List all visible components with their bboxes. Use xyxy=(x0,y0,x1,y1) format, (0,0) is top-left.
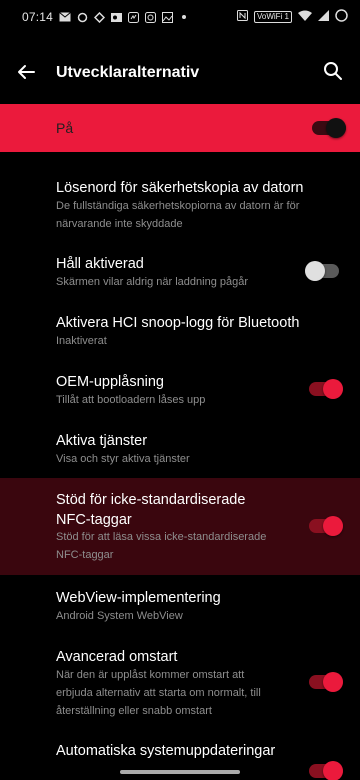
stay-awake-toggle[interactable] xyxy=(305,261,339,281)
search-icon xyxy=(324,62,342,80)
battery-icon xyxy=(335,9,348,25)
item-title: Stöd för icke-standardiserade NFC-taggar xyxy=(56,492,246,528)
page-title: Utvecklaralternativ xyxy=(56,64,200,81)
item-title: Lösenord för säkerhetskopia av datorn xyxy=(56,180,304,196)
master-toggle[interactable] xyxy=(312,118,346,138)
outlook-icon xyxy=(110,12,122,23)
app-bar: Utvecklaralternativ xyxy=(0,44,360,102)
item-subtitle: De fullständiga säkerhetskopiorna av dat… xyxy=(56,200,300,230)
item-title: WebView-implementering xyxy=(56,590,221,606)
gesture-navigation-bar[interactable] xyxy=(120,770,240,774)
item-title: OEM-upplåsning xyxy=(56,374,164,390)
item-subtitle: Android System WebView xyxy=(56,610,183,622)
item-title: Automatiska systemuppdateringar xyxy=(56,743,276,759)
messenger-icon xyxy=(127,11,139,23)
item-subtitle: Skärmen vilar aldrig när laddning pågår xyxy=(56,276,248,288)
item-subtitle: Visa och styr aktiva tjänster xyxy=(56,453,190,465)
master-switch-label: På xyxy=(56,120,74,136)
master-switch-row[interactable]: På xyxy=(0,104,360,152)
signal-icon xyxy=(318,10,329,24)
list-item-nfc-tags[interactable]: Stöd för icke-standardiserade NFC-taggar… xyxy=(0,484,360,572)
notification-icons xyxy=(59,11,190,23)
wifi-icon xyxy=(298,10,312,24)
list-item-stay-awake[interactable]: Håll aktiverad Skärmen vilar aldrig när … xyxy=(0,248,360,296)
back-button[interactable] xyxy=(14,60,38,84)
sync-icon xyxy=(76,12,88,23)
item-title: Aktivera HCI snoop-logg för Bluetooth xyxy=(56,315,300,331)
item-subtitle: När den är upplåst kommer omstart att er… xyxy=(56,669,261,717)
more-notifications-icon xyxy=(178,12,190,23)
item-title: Avancerad omstart xyxy=(56,649,178,665)
system-icons: VoWiFi 1 xyxy=(236,9,348,25)
list-item-advanced-reboot[interactable]: Avancerad omstart När den är upplåst kom… xyxy=(0,641,360,725)
item-title: Aktiva tjänster xyxy=(56,433,148,449)
list-item-backup-password[interactable]: Lösenord för säkerhetskopia av datorn De… xyxy=(0,170,360,236)
status-bar: 07:14 VoWiFi 1 xyxy=(0,0,360,34)
item-subtitle: Tillåt att bootloadern låses upp xyxy=(56,394,206,406)
nfc-icon xyxy=(236,10,248,24)
vowifi-badge: VoWiFi 1 xyxy=(253,11,292,23)
status-time: 07:14 xyxy=(22,10,54,24)
list-item-hci-snoop-log[interactable]: Aktivera HCI snoop-logg för Bluetooth In… xyxy=(0,307,360,355)
item-subtitle: Inaktiverat xyxy=(56,335,107,347)
arrow-left-icon xyxy=(18,65,35,79)
advanced-reboot-toggle[interactable] xyxy=(309,672,343,692)
auto-updates-toggle[interactable] xyxy=(309,761,343,780)
image-icon xyxy=(161,11,173,23)
mail-icon xyxy=(59,12,71,23)
list-item-webview[interactable]: WebView-implementering Android System We… xyxy=(0,582,360,630)
search-button[interactable] xyxy=(322,60,344,82)
oem-unlock-toggle[interactable] xyxy=(309,379,343,399)
item-subtitle: Stöd för att läsa vissa icke-standardise… xyxy=(56,531,267,561)
list-item-running-services[interactable]: Aktiva tjänster Visa och styr aktiva tjä… xyxy=(0,425,360,473)
item-title: Håll aktiverad xyxy=(56,256,144,272)
app-icon xyxy=(93,11,105,23)
nfc-tags-toggle[interactable] xyxy=(309,516,343,536)
teams-icon xyxy=(144,11,156,23)
list-item-oem-unlock[interactable]: OEM-upplåsning Tillåt att bootloadern lå… xyxy=(0,366,360,414)
